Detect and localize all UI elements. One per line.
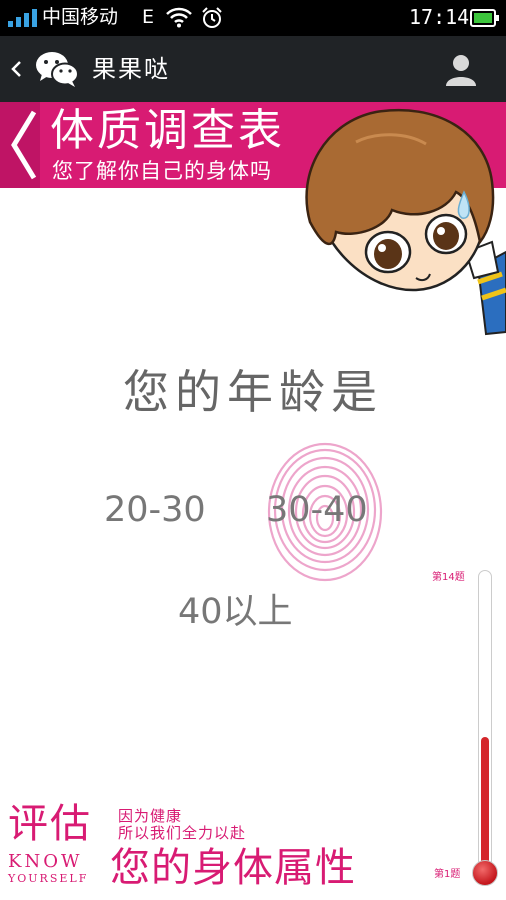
wechat-title-bar: 果果哒 [0, 36, 506, 102]
chat-title: 果果哒 [92, 55, 170, 83]
footer-yourself: YOURSELF [8, 872, 89, 885]
clock: 17:14 [409, 5, 470, 29]
footer-body-attribute: 您的身体属性 [110, 845, 356, 891]
question-text: 您的年龄是 [123, 365, 383, 419]
footer-evaluate: 评估 [8, 801, 92, 847]
banner-title: 体质调查表 [50, 105, 285, 156]
wifi-icon [166, 7, 192, 28]
age-option-40-plus[interactable]: 40以上 [178, 590, 293, 634]
user-profile-icon[interactable] [444, 52, 478, 86]
signal-icon [8, 9, 37, 27]
progress-bottom-label: 第1题 [434, 869, 461, 880]
footer-slogan-line1: 因为健康 [118, 807, 183, 825]
wechat-icon [36, 52, 79, 87]
network-type: E [142, 6, 155, 28]
cartoon-character [305, 108, 506, 336]
status-bar: 中国移动 E 17:14 [0, 0, 506, 36]
carrier-name: 中国移动 [42, 6, 119, 28]
progress-tube [478, 570, 492, 868]
banner-subtitle: 您了解你自己的身体吗 [52, 159, 272, 183]
progress-bulb [472, 860, 498, 886]
banner-back-icon[interactable] [0, 102, 46, 188]
alarm-icon [202, 7, 222, 28]
battery-icon [470, 9, 499, 27]
footer-know: KNOW [8, 851, 83, 872]
footer-slogan-line2: 所以我们全力以赴 [118, 824, 247, 842]
age-option-30-40[interactable]: 30-40 [266, 488, 368, 532]
age-option-20-30[interactable]: 20-30 [104, 488, 206, 532]
progress-top-label: 第14题 [432, 572, 465, 583]
progress-fill [481, 737, 489, 867]
back-icon[interactable] [8, 54, 24, 84]
